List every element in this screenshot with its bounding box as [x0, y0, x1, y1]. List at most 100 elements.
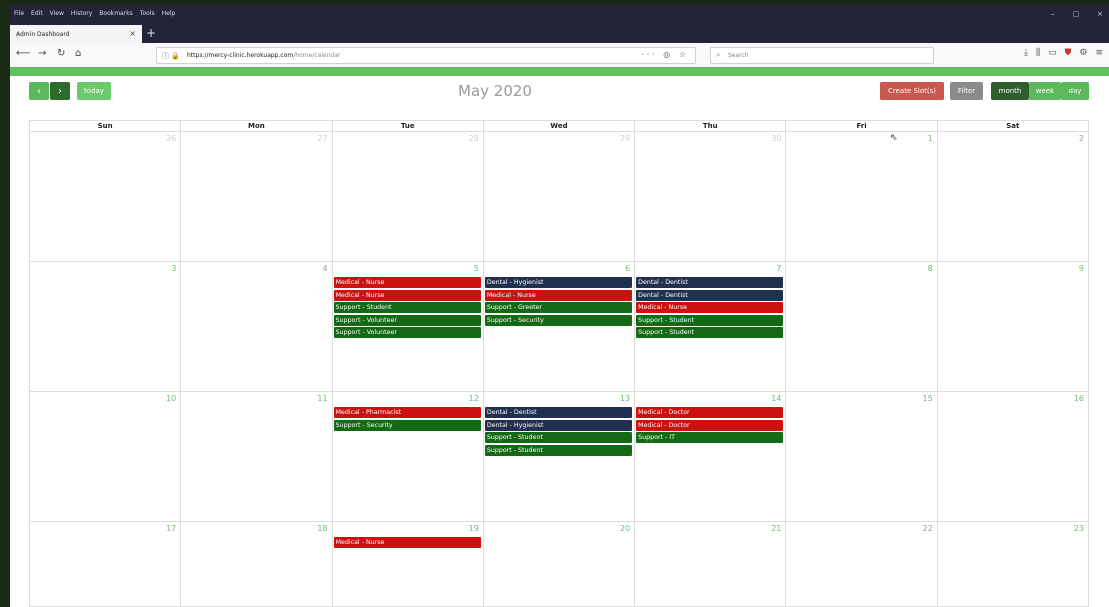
menu-bookmarks[interactable]: Bookmarks [99, 10, 133, 17]
day-cell[interactable]: 12 Medical - Pharmacist Support - Security [332, 392, 484, 522]
day-cell[interactable]: 13 Dental - Dentist Dental - Hygienist Supp… [483, 392, 636, 522]
menu-tools[interactable]: Tools [140, 10, 155, 17]
calendar-event[interactable]: Support - Student [484, 432, 633, 443]
home-icon[interactable]: ⌂ [75, 48, 81, 59]
day-cell[interactable]: 22 [786, 522, 938, 607]
day-cell[interactable]: 15 [786, 392, 938, 522]
menu-help[interactable]: Help [162, 10, 176, 17]
menu-icon[interactable]: ≡ [1095, 48, 1103, 58]
day-cell[interactable]: 18 [181, 522, 333, 607]
day-headers: Sun Mon Tue Wed Thu Fri Sat [29, 120, 1089, 132]
calendar-event[interactable]: Support - IT [636, 432, 784, 443]
shield-icon[interactable]: ⛊ [1065, 48, 1072, 58]
menu-history[interactable]: History [71, 10, 92, 17]
calendar-event[interactable]: Support - Student [333, 302, 481, 313]
calendar-event[interactable]: Support - Student [636, 314, 784, 326]
menu-view[interactable]: View [50, 10, 64, 17]
day-cell[interactable]: 5 Medical - Nurse Medical - Nurse Support -… [332, 262, 484, 392]
search-icon: ⌕ [716, 50, 721, 59]
tab-strip: Admin Dashboard × + [10, 23, 1109, 43]
day-cell[interactable]: 7 Dental - Dentist Dental - Dentist Medical… [635, 262, 787, 392]
downloads-icon[interactable]: ⤓ [1024, 48, 1028, 58]
calendar-event[interactable]: Medical - Nurse [333, 289, 481, 301]
calendar-event[interactable]: Support - Security [333, 419, 481, 431]
day-header: Wed [484, 121, 636, 131]
calendar-event[interactable]: Support - Security [484, 314, 633, 326]
calendar-event[interactable]: Dental - Dentist [484, 407, 633, 418]
calendar-event[interactable]: Dental - Dentist [636, 277, 784, 288]
calendar-event[interactable]: Dental - Hygienist [484, 419, 633, 431]
calendar-event[interactable]: Support - Volunteer [333, 327, 481, 338]
day-cell[interactable]: 28 [332, 132, 484, 262]
calendar-event[interactable]: Dental - Hygienist [484, 277, 633, 288]
forward-icon[interactable]: → [38, 48, 46, 59]
page-actions-icon[interactable]: ··· ◎ ☆ [641, 50, 689, 59]
day-cell[interactable]: 4 [181, 262, 333, 392]
week-row: 3 4 5 Medical - Nurse Medical - Nurse Support… [29, 262, 1089, 392]
calendar-event[interactable]: Dental - Dentist [636, 289, 784, 301]
calendar-event[interactable]: Support - Student [484, 444, 633, 456]
url-bar[interactable]: ⓘ🔒 https://mercy-clinic.herokuapp.com/ho… [156, 47, 696, 64]
sidebar-icon[interactable]: ▭ [1048, 48, 1057, 58]
tab-close-icon[interactable]: × [129, 29, 136, 38]
url-path: /home/calendar [293, 52, 341, 59]
maximize-icon[interactable]: ▢ [1073, 10, 1080, 18]
week-view-button[interactable]: week [1029, 82, 1061, 100]
day-number: 9 [1078, 264, 1084, 273]
day-cell[interactable]: 14 Medical - Doctor Medical - Doctor Suppor… [635, 392, 787, 522]
event-list: Medical - Pharmacist Support - Security [333, 407, 481, 432]
new-tab-icon[interactable]: + [146, 26, 156, 40]
calendar-event[interactable]: Medical - Nurse [333, 277, 481, 288]
day-number: 5 [473, 264, 479, 273]
calendar-event[interactable]: Medical - Nurse [333, 537, 481, 548]
today-button[interactable]: today [77, 82, 111, 100]
day-cell[interactable]: 3 [30, 262, 182, 392]
day-cell[interactable]: 9 [937, 262, 1089, 392]
day-cell[interactable]: 10 [30, 392, 182, 522]
back-icon[interactable]: ⟵ [16, 48, 30, 59]
calendar-event[interactable]: Medical - Nurse [484, 289, 633, 301]
day-cell[interactable]: 21 [635, 522, 787, 607]
reload-icon[interactable]: ↻ [57, 48, 65, 59]
calendar-event[interactable]: Medical - Doctor [636, 407, 784, 418]
day-cell[interactable]: 6 Dental - Hygienist Medical - Nurse Suppor… [483, 262, 636, 392]
day-cell[interactable]: 11 [181, 392, 333, 522]
day-cell[interactable]: 20 [483, 522, 636, 607]
tab-admin-dashboard[interactable]: Admin Dashboard × [10, 25, 142, 43]
close-window-icon[interactable]: × [1097, 10, 1103, 18]
search-input[interactable]: ⌕ Search [710, 47, 934, 64]
calendar-event[interactable]: Medical - Pharmacist [333, 407, 481, 418]
day-cell[interactable]: 26 [30, 132, 182, 262]
menu-edit[interactable]: Edit [31, 10, 43, 17]
day-cell[interactable]: 1 [786, 132, 938, 262]
next-month-button[interactable]: › [50, 82, 70, 100]
day-header: Sat [1006, 122, 1020, 130]
day-cell[interactable]: 19 Medical - Nurse [332, 522, 484, 607]
calendar-event[interactable]: Medical - Nurse [636, 302, 784, 313]
day-cell[interactable]: 8 [786, 262, 938, 392]
filter-button[interactable]: Filter [950, 82, 983, 100]
day-cell[interactable]: 16 [937, 392, 1089, 522]
event-list: Dental - Dentist Dental - Dentist Medical … [636, 277, 784, 340]
create-slots-button[interactable]: Create Slot(s) [880, 82, 944, 100]
minimize-icon[interactable]: – [1051, 10, 1055, 18]
day-cell[interactable]: 30 [635, 132, 787, 262]
calendar-event[interactable]: Support - Volunteer [333, 314, 481, 326]
day-cell[interactable]: 2 [937, 132, 1089, 262]
calendar-event[interactable]: Support - Student [636, 327, 784, 338]
calendar-event[interactable]: Support - Greeter [484, 302, 633, 313]
day-view-button[interactable]: day [1061, 82, 1089, 100]
extension-icon[interactable]: ⚙ [1079, 48, 1087, 58]
library-icon[interactable]: ⫼ [1036, 48, 1040, 58]
day-cell[interactable]: 23 [937, 522, 1089, 607]
day-cell[interactable]: 29 [483, 132, 636, 262]
calendar-event[interactable]: Medical - Doctor [636, 419, 784, 431]
site-info-icon[interactable]: ⓘ🔒 [162, 51, 182, 61]
month-view-button[interactable]: month [991, 82, 1029, 100]
prev-month-button[interactable]: ‹ [29, 82, 49, 100]
event-list: Dental - Hygienist Medical - Nurse Support… [484, 277, 633, 327]
day-cell[interactable]: 17 [30, 522, 182, 607]
day-number: 17 [166, 524, 177, 533]
day-cell[interactable]: 27 [181, 132, 333, 262]
menu-file[interactable]: File [14, 10, 24, 17]
